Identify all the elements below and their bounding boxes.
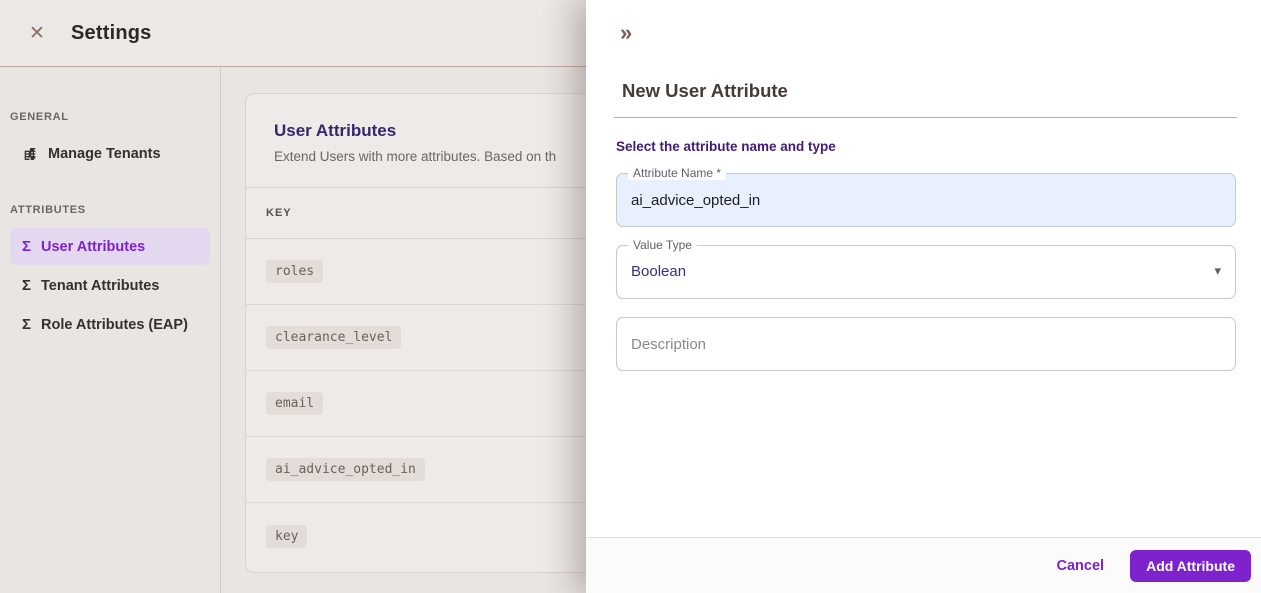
key-chip: roles xyxy=(266,260,324,283)
key-chip: email xyxy=(266,392,324,415)
building-icon xyxy=(22,146,38,162)
drawer-footer: Cancel Add Attribute xyxy=(586,537,1261,593)
page-title: Settings xyxy=(71,21,152,44)
collapse-drawer-icon[interactable]: » xyxy=(620,22,632,44)
sidebar-item-role-attributes[interactable]: Σ Role Attributes (EAP) xyxy=(10,306,210,343)
attribute-name-label: Attribute Name * xyxy=(628,166,727,180)
sigma-icon: Σ xyxy=(22,316,32,333)
value-type-value: Boolean xyxy=(631,263,687,280)
add-attribute-button[interactable]: Add Attribute xyxy=(1130,549,1251,582)
description-field xyxy=(616,317,1236,371)
drawer-section-label: Select the attribute name and type xyxy=(616,139,836,154)
description-input[interactable] xyxy=(617,318,1235,370)
key-chip: clearance_level xyxy=(266,326,402,349)
value-type-select[interactable]: Value Type Boolean ▾ xyxy=(616,238,1236,299)
cancel-button[interactable]: Cancel xyxy=(1057,558,1105,574)
sidebar-item-user-attributes[interactable]: Σ User Attributes xyxy=(10,228,210,265)
sidebar: GENERAL Manage Tenants ATTRIBUTES Σ User… xyxy=(0,67,221,593)
sidebar-item-tenant-attributes[interactable]: Σ Tenant Attributes xyxy=(10,267,210,304)
sidebar-section-attributes: ATTRIBUTES xyxy=(10,204,86,216)
drawer-title: New User Attribute xyxy=(622,80,788,101)
sidebar-item-label: Manage Tenants xyxy=(48,145,161,162)
sigma-icon: Σ xyxy=(22,277,32,294)
close-icon[interactable]: ✕ xyxy=(27,24,47,43)
sigma-icon: Σ xyxy=(22,238,32,255)
key-chip: key xyxy=(266,524,308,548)
sidebar-section-general: GENERAL xyxy=(10,111,69,123)
sidebar-item-label: User Attributes xyxy=(41,238,146,255)
sidebar-item-label: Role Attributes (EAP) xyxy=(41,316,188,333)
drawer-divider xyxy=(614,117,1237,118)
chevron-down-icon: ▾ xyxy=(1214,263,1221,278)
column-header-key: KEY xyxy=(266,207,292,219)
value-type-label: Value Type xyxy=(628,238,697,252)
attribute-name-field: Attribute Name * xyxy=(616,166,1236,227)
key-chip: ai_advice_opted_in xyxy=(266,458,425,481)
new-user-attribute-drawer: » New User Attribute Select the attribut… xyxy=(586,0,1261,593)
sidebar-item-manage-tenants[interactable]: Manage Tenants xyxy=(10,135,210,172)
attribute-name-input[interactable] xyxy=(617,174,1235,226)
sidebar-item-label: Tenant Attributes xyxy=(41,277,160,294)
